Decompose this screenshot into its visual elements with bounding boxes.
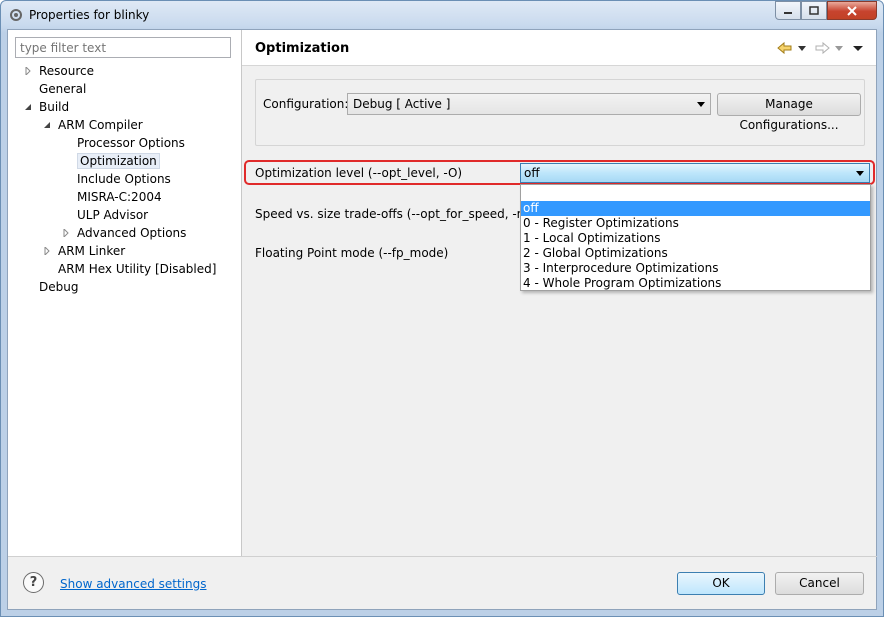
tree-item[interactable]: Processor Options xyxy=(77,134,185,152)
page-title: Optimization xyxy=(255,41,350,56)
close-button[interactable] xyxy=(827,1,877,20)
speed-size-label: Speed vs. size trade-offs (--opt_for_spe… xyxy=(255,207,538,221)
optimization-level-label: Optimization level (--opt_level, -O) xyxy=(255,166,463,180)
tree-item-label: General xyxy=(39,82,87,96)
optimization-level-value: off xyxy=(524,166,540,180)
tree-item-label: ARM Linker xyxy=(58,244,126,258)
ok-button[interactable]: OK xyxy=(677,572,765,595)
tree-item[interactable]: Include Options xyxy=(77,170,171,188)
manage-configurations-button[interactable]: Manage Configurations... xyxy=(717,93,861,132)
configuration-select[interactable]: Debug [ Active ] xyxy=(347,93,711,115)
minimize-button[interactable] xyxy=(775,1,801,20)
dropdown-option[interactable]: off xyxy=(521,201,870,216)
tree-item-label: Debug xyxy=(39,280,79,294)
tree-item-label: ULP Advisor xyxy=(77,208,149,222)
minimize-icon xyxy=(784,11,792,14)
expanded-arrow-icon[interactable] xyxy=(43,121,51,129)
collapsed-arrow-icon[interactable] xyxy=(62,229,70,237)
tree-item[interactable]: ARM Compiler xyxy=(44,116,143,134)
close-icon xyxy=(847,5,857,16)
dropdown-option[interactable]: 3 - Interprocedure Optimizations xyxy=(521,261,870,276)
tree-item[interactable]: Advanced Options xyxy=(63,224,187,242)
expanded-arrow-icon[interactable] xyxy=(24,103,32,111)
dropdown-option[interactable]: 0 - Register Optimizations xyxy=(521,216,870,231)
configuration-value: Debug [ Active ] xyxy=(353,97,451,111)
collapsed-arrow-icon[interactable] xyxy=(43,247,51,255)
back-dropdown-icon[interactable] xyxy=(797,40,807,56)
tree-item-label: Build xyxy=(39,100,70,114)
tree-item[interactable]: Build xyxy=(25,98,70,116)
maximize-icon xyxy=(809,5,819,15)
dropdown-option[interactable]: 2 - Global Optimizations xyxy=(521,246,870,261)
help-icon[interactable]: ? xyxy=(23,572,44,593)
maximize-button[interactable] xyxy=(801,1,827,20)
tree-item-label: MISRA-C:2004 xyxy=(77,190,162,204)
floating-point-label: Floating Point mode (--fp_mode) xyxy=(255,246,449,260)
tree-item[interactable]: Debug xyxy=(39,278,78,296)
tree-item-label: ARM Hex Utility [Disabled] xyxy=(58,262,217,276)
chevron-down-icon xyxy=(856,171,864,176)
dropdown-option[interactable]: 4 - Whole Program Optimizations xyxy=(521,276,870,291)
forward-dropdown-icon[interactable] xyxy=(834,40,844,56)
tree-item-label: ARM Compiler xyxy=(58,118,143,132)
footer-divider xyxy=(8,556,877,557)
configuration-label: Configuration: xyxy=(263,97,349,111)
dropdown-option[interactable]: 1 - Local Optimizations xyxy=(521,231,870,246)
tree-item-label: Advanced Options xyxy=(77,226,187,240)
tree-item[interactable]: ARM Linker xyxy=(44,242,126,260)
tree-item[interactable]: ULP Advisor xyxy=(77,206,148,224)
show-advanced-settings-link[interactable]: Show advanced settings xyxy=(60,577,207,591)
tree-item[interactable]: ARM Hex Utility [Disabled] xyxy=(58,260,216,278)
tree-item[interactable]: Resource xyxy=(25,62,95,80)
tree-item[interactable]: Optimization xyxy=(77,152,160,170)
tree-item-label: Processor Options xyxy=(77,136,185,150)
forward-arrow-icon[interactable] xyxy=(813,40,831,56)
tree-item[interactable]: General xyxy=(39,80,86,98)
optimization-level-select[interactable]: off xyxy=(520,163,870,183)
view-menu-icon[interactable] xyxy=(852,40,864,56)
property-tree: Resource General Build ARM Compiler Processo… xyxy=(0,0,241,300)
tree-item-label: Resource xyxy=(39,64,95,78)
cancel-button[interactable]: Cancel xyxy=(775,572,864,595)
back-arrow-icon[interactable] xyxy=(776,40,794,56)
chevron-down-icon xyxy=(697,102,705,107)
optimization-dropdown-list: off 0 - Register Optimizations 1 - Local… xyxy=(520,184,871,291)
tree-item[interactable]: MISRA-C:2004 xyxy=(77,188,162,206)
collapsed-arrow-icon[interactable] xyxy=(24,67,32,75)
tree-item-label: Optimization xyxy=(77,153,160,169)
tree-item-label: Include Options xyxy=(77,172,171,186)
